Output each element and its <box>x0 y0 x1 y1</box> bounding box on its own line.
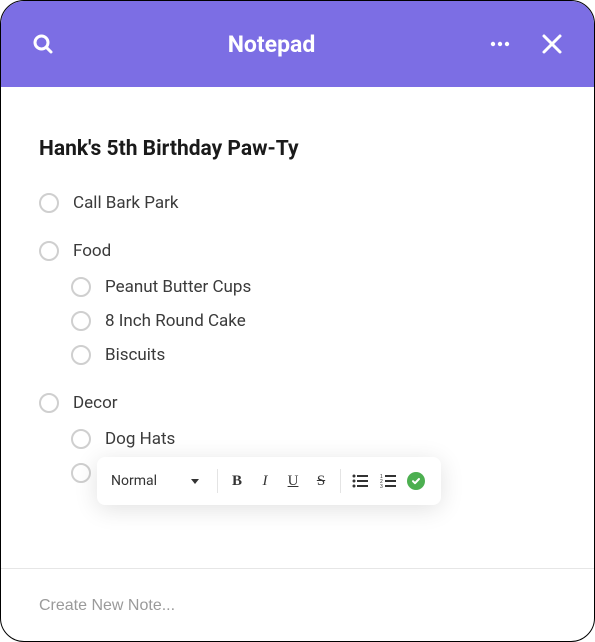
search-icon[interactable] <box>29 30 57 58</box>
list-item: Biscuits <box>71 345 556 365</box>
checkbox[interactable] <box>39 193 59 213</box>
sub-list: Peanut Butter Cups 8 Inch Round Cake Bis… <box>39 277 556 365</box>
checklist: Call Bark Park Food Peanut Butter Cups <box>39 193 556 483</box>
checkbox[interactable] <box>71 429 91 449</box>
formatting-toolbar: Normal B I U S 123 <box>97 457 441 505</box>
item-label[interactable]: 8 Inch Round Cake <box>105 311 246 331</box>
item-label[interactable]: Peanut Butter Cups <box>105 277 251 297</box>
more-icon[interactable] <box>486 30 514 58</box>
checkbox[interactable] <box>71 277 91 297</box>
checkbox[interactable] <box>71 463 91 483</box>
checkbox[interactable] <box>71 311 91 331</box>
apply-button[interactable] <box>405 469 427 493</box>
style-dropdown-label: Normal <box>111 473 157 489</box>
bullet-list-button[interactable] <box>349 469 371 493</box>
app-window: Notepad Hank's 5th Birthday Paw-Ty Call … <box>0 0 595 642</box>
footer <box>1 568 594 641</box>
divider <box>217 469 218 493</box>
app-header: Notepad <box>1 1 594 87</box>
numbered-list-button[interactable]: 123 <box>377 469 399 493</box>
checkbox[interactable] <box>39 393 59 413</box>
note-title[interactable]: Hank's 5th Birthday Paw-Ty <box>39 137 556 161</box>
list-item: 8 Inch Round Cake <box>71 311 556 331</box>
bold-button[interactable]: B <box>226 469 248 493</box>
item-label[interactable]: Decor <box>73 393 118 413</box>
app-title: Notepad <box>228 31 316 58</box>
style-dropdown[interactable]: Normal <box>111 473 209 489</box>
chevron-down-icon <box>191 479 199 484</box>
list-item: Dog Hats <box>71 429 556 449</box>
underline-button[interactable]: U <box>282 469 304 493</box>
checkbox[interactable] <box>39 241 59 261</box>
note-content: Hank's 5th Birthday Paw-Ty Call Bark Par… <box>1 87 594 568</box>
checkbox[interactable] <box>71 345 91 365</box>
item-label[interactable]: Dog Hats <box>105 429 175 449</box>
svg-text:3: 3 <box>380 484 383 488</box>
divider <box>340 469 341 493</box>
list-item: Food Peanut Butter Cups 8 Inch Round Cak… <box>39 241 556 365</box>
list-item: Call Bark Park <box>39 193 556 213</box>
item-label[interactable]: Biscuits <box>105 345 165 365</box>
item-label[interactable]: Food <box>73 241 111 261</box>
italic-button[interactable]: I <box>254 469 276 493</box>
list-item: Peanut Butter Cups <box>71 277 556 297</box>
item-label[interactable]: Call Bark Park <box>73 193 179 213</box>
check-circle-icon <box>407 472 425 490</box>
strikethrough-button[interactable]: S <box>310 469 332 493</box>
close-icon[interactable] <box>538 30 566 58</box>
new-note-input[interactable] <box>39 597 556 615</box>
